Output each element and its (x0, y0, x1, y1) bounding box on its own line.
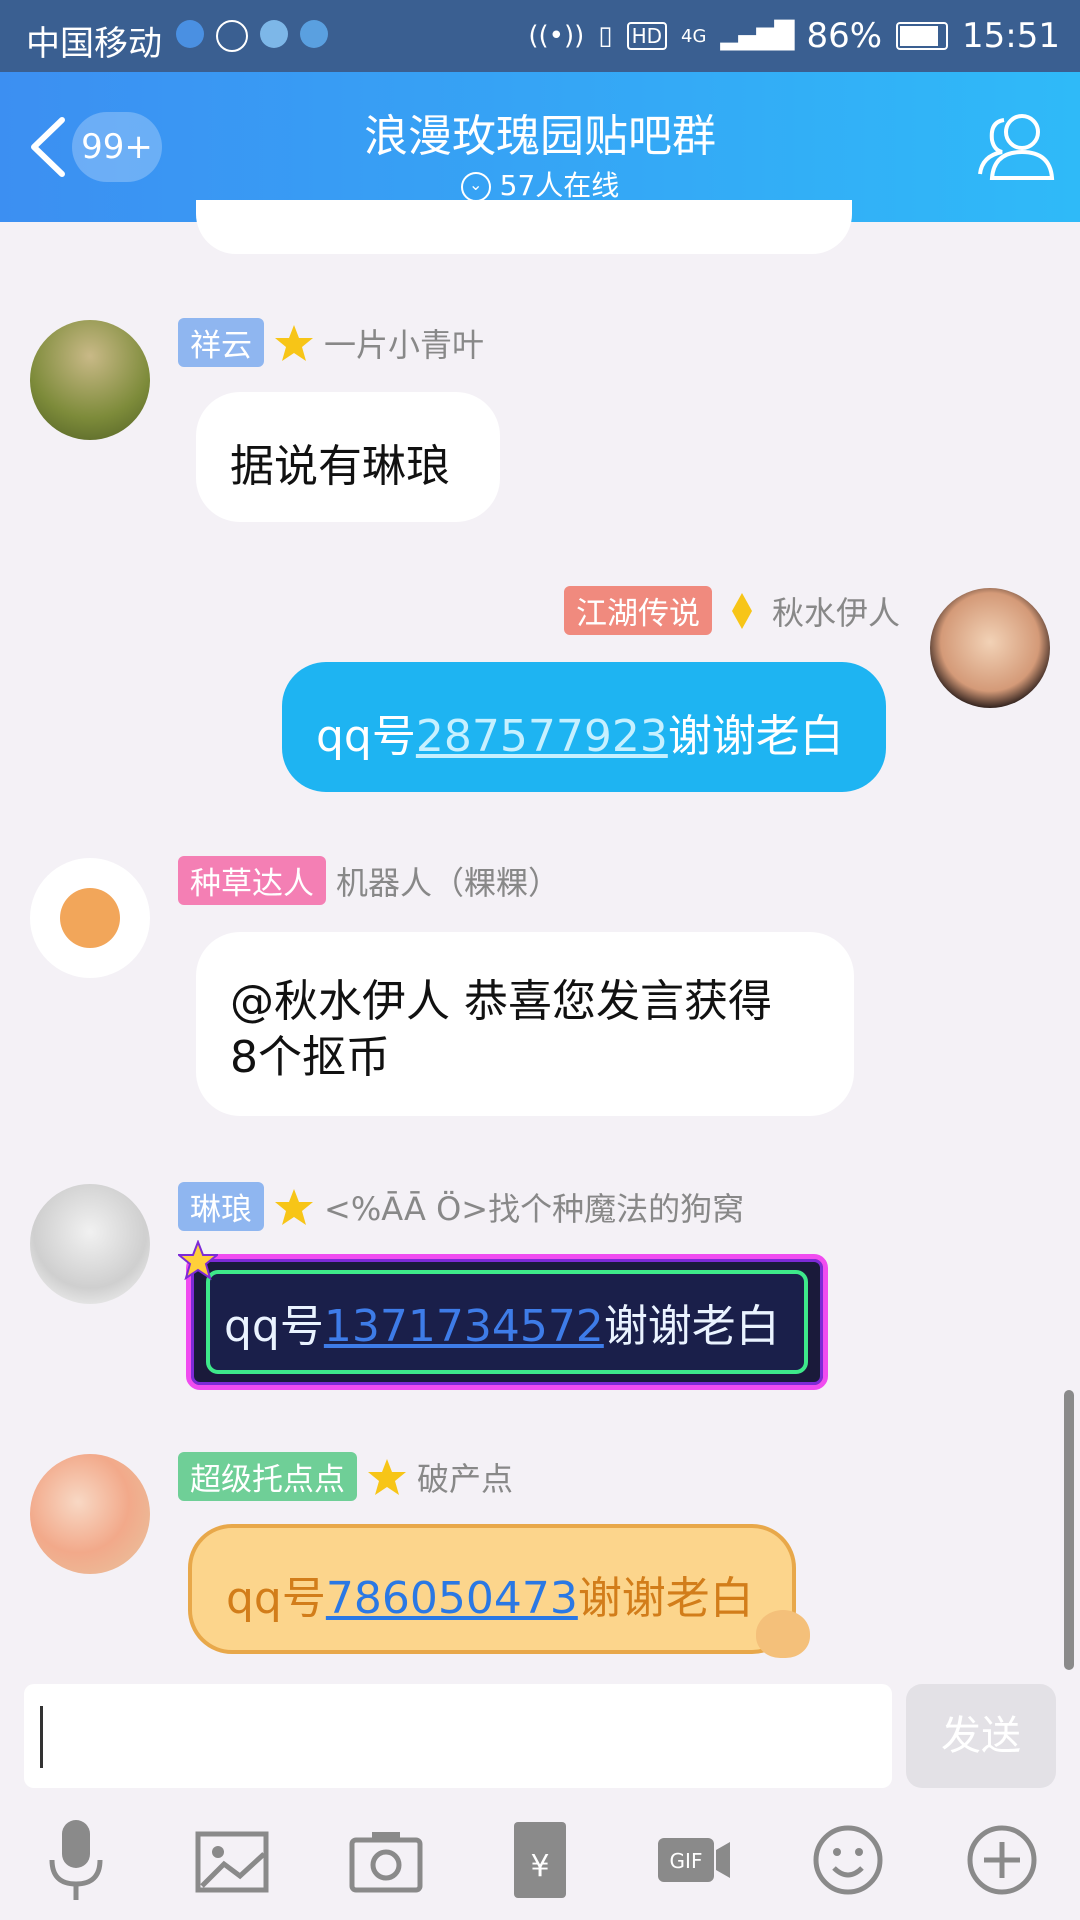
message-line: @秋水伊人 恭喜您发言获得 (230, 976, 772, 1027)
message-meta: 祥云 一片小青叶 (178, 318, 484, 367)
group-title: 浪漫玫瑰园贴吧群 (364, 111, 716, 162)
telegram-icon (260, 20, 288, 48)
star-icon (275, 1188, 313, 1225)
avatar[interactable] (30, 320, 150, 440)
notification-icons (176, 20, 328, 52)
emoji-icon[interactable] (808, 1812, 888, 1908)
message-input[interactable] (24, 1684, 892, 1788)
avatar[interactable] (30, 1184, 150, 1304)
qq-number-link[interactable]: 786050473 (326, 1573, 578, 1624)
group-members-icon[interactable] (976, 110, 1056, 182)
scrollbar[interactable] (1064, 1390, 1074, 1670)
vibrate-icon: ▯ (598, 21, 613, 51)
message-suffix: 谢谢老白 (603, 1301, 780, 1352)
sender-name[interactable]: 秋水伊人 (772, 588, 900, 634)
message-text: 据说有琳琅 (230, 441, 450, 492)
sender-name[interactable]: 一片小青叶 (324, 320, 484, 366)
member-tag: 种草达人 (178, 856, 326, 905)
avatar[interactable] (30, 1454, 150, 1574)
previous-message-bubble (196, 200, 852, 254)
hotspot-icon: ((•)) (528, 21, 585, 51)
qq-number-link[interactable]: 1371734572 (324, 1301, 604, 1352)
shield-icon (176, 20, 204, 48)
member-tag: 祥云 (178, 318, 264, 367)
message-meta: 江湖传说 秋水伊人 (563, 586, 900, 635)
message-prefix: qq号 (226, 1573, 326, 1624)
message-meta: 超级托点点 破产点 (178, 1452, 513, 1501)
message-bubble[interactable]: @秋水伊人 恭喜您发言获得 8个抠币 (196, 932, 854, 1116)
diamond-icon (731, 592, 752, 629)
missed-call-icon (216, 20, 248, 52)
avatar[interactable] (930, 588, 1050, 708)
signal-icon: ▂▄▆█ (720, 21, 794, 51)
image-icon[interactable] (192, 1812, 272, 1908)
text-cursor (40, 1706, 43, 1768)
status-right: ((•)) ▯ HD 4G ▂▄▆█ 86% 15:51 (528, 16, 1060, 56)
chevron-down-icon: ⌄ (460, 172, 491, 202)
camera-icon[interactable] (346, 1812, 426, 1908)
message-bubble[interactable]: qq号786050473谢谢老白 (188, 1524, 796, 1654)
sender-name[interactable]: 破产点 (417, 1454, 513, 1500)
red-packet-icon[interactable]: ¥ (500, 1812, 580, 1908)
member-tag: 超级托点点 (178, 1452, 357, 1501)
avatar[interactable] (30, 858, 150, 978)
message-bubble[interactable]: qq号287577923谢谢老白 (282, 662, 886, 792)
send-button[interactable]: 发送 (906, 1684, 1056, 1788)
microphone-icon[interactable] (36, 1812, 116, 1908)
qq-number-link[interactable]: 287577923 (416, 711, 668, 762)
message-bubble[interactable]: 据说有琳琅 (196, 392, 500, 522)
svg-text:GIF: GIF (670, 1849, 703, 1873)
status-bar: 中国移动 ((•)) ▯ HD 4G ▂▄▆█ 86% 15:51 (0, 0, 1080, 72)
input-toolbar: ¥ GIF (0, 1812, 1080, 1912)
message-meta: 种草达人 机器人（粿粿） (178, 856, 560, 905)
network-type-icon: 4G (681, 25, 707, 47)
gif-icon[interactable]: GIF (654, 1812, 734, 1908)
star-icon (275, 324, 313, 361)
message-suffix: 谢谢老白 (577, 1573, 754, 1624)
clock: 15:51 (962, 16, 1060, 56)
online-count: 57人在线 (499, 169, 620, 202)
message-suffix: 谢谢老白 (667, 711, 844, 762)
cat-sticker-icon (756, 1610, 810, 1658)
plus-icon[interactable] (962, 1812, 1042, 1908)
member-tag: 琳琅 (178, 1182, 264, 1231)
star-icon (178, 1240, 218, 1280)
member-tag: 江湖传说 (563, 586, 712, 635)
svg-text:¥: ¥ (530, 1849, 549, 1884)
heart-app-icon (300, 20, 328, 48)
message-prefix: qq号 (316, 711, 416, 762)
message-prefix: qq号 (224, 1301, 324, 1352)
carrier-label: 中国移动 (26, 24, 162, 64)
message-line: 8个抠币 (230, 1032, 390, 1083)
hd-icon: HD (626, 22, 668, 50)
sender-name[interactable]: <%ĀĀ Ö>找个种魔法的狗窝 (324, 1184, 744, 1230)
message-meta: 琳琅 <%ĀĀ Ö>找个种魔法的狗窝 (178, 1182, 744, 1231)
star-icon (368, 1458, 406, 1495)
battery-percent: 86% (806, 16, 883, 56)
battery-icon (896, 22, 949, 50)
online-status[interactable]: ⌄ 57人在线 (0, 164, 1080, 204)
message-bubble[interactable]: qq号1371734572谢谢老白 (206, 1270, 808, 1374)
sender-name[interactable]: 机器人（粿粿） (336, 858, 560, 904)
